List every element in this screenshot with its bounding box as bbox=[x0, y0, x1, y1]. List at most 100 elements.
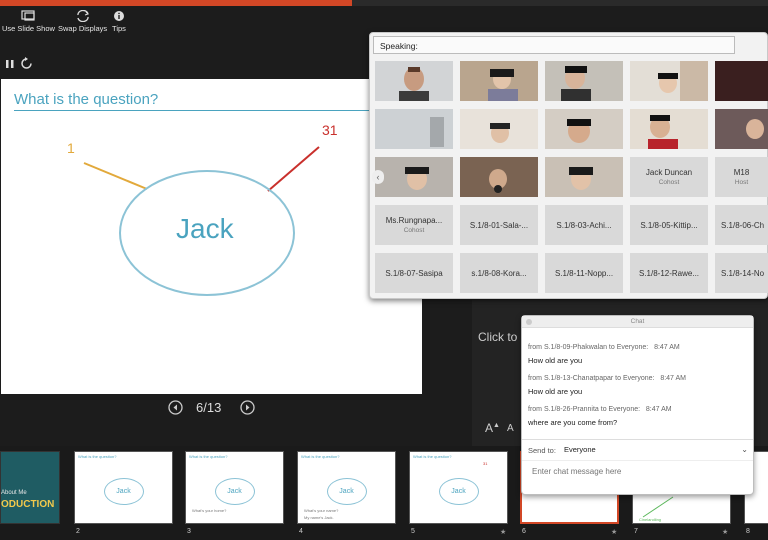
thumb-title: What is the question? bbox=[413, 454, 452, 459]
person-video bbox=[545, 61, 623, 101]
star-icon: ★ bbox=[611, 529, 618, 536]
send-to-value: Everyone bbox=[564, 445, 596, 454]
video-tile[interactable] bbox=[375, 109, 453, 149]
use-slide-show-label: Use Slide Show bbox=[2, 24, 55, 33]
font-decrease-button[interactable]: A bbox=[507, 423, 514, 434]
participant-role: Cohost bbox=[658, 179, 680, 186]
send-to-select[interactable]: Everyone ⌄ bbox=[564, 444, 750, 456]
video-tile[interactable] bbox=[460, 109, 538, 149]
notes-gutter bbox=[426, 300, 472, 446]
close-dot-icon[interactable] bbox=[526, 319, 532, 325]
participant-tile[interactable]: S.1/8-01-Sala-... bbox=[460, 205, 538, 245]
participant-role: Host bbox=[734, 179, 749, 186]
participant-name: Jack Duncan bbox=[645, 168, 693, 177]
thumbnail-1[interactable]: About Me ODUCTION bbox=[0, 451, 60, 524]
next-slide-icon[interactable] bbox=[240, 400, 255, 415]
swap-icon bbox=[76, 10, 89, 22]
video-tile[interactable] bbox=[545, 109, 623, 149]
participant-tile[interactable]: S.1/8-05-Kittip... bbox=[630, 205, 708, 245]
person-video bbox=[715, 61, 768, 101]
thumb-ellipse: Jack bbox=[103, 478, 144, 505]
font-increase-button[interactable]: A▲ bbox=[485, 421, 500, 435]
video-tile[interactable] bbox=[630, 61, 708, 101]
thumb-1-line2: ODUCTION bbox=[1, 499, 55, 510]
participant-name: s.1/8-08-Kora... bbox=[471, 268, 527, 278]
chevron-down-icon: ⌄ bbox=[741, 445, 748, 454]
thumb-note: What's your name? bbox=[304, 508, 339, 513]
participant-tile[interactable]: S.1/8-06-Ch bbox=[715, 205, 768, 245]
person-video bbox=[375, 61, 453, 101]
thumb-title: What is the question? bbox=[78, 454, 117, 459]
video-tile[interactable] bbox=[545, 61, 623, 101]
thumb-number: 3 bbox=[187, 528, 191, 535]
prev-slide-icon[interactable] bbox=[168, 400, 183, 415]
tips-button[interactable]: Tips bbox=[112, 10, 126, 33]
video-tile[interactable] bbox=[460, 61, 538, 101]
participant-name: M18 bbox=[733, 168, 750, 177]
participant-tile[interactable]: S.1/8-14-No bbox=[715, 253, 768, 293]
person-video bbox=[460, 61, 538, 101]
participant-name: S.1/8-05-Kittip... bbox=[640, 220, 698, 230]
star-icon: ★ bbox=[722, 529, 729, 536]
participant-tile[interactable]: S.1/8-07-Sasipa bbox=[375, 253, 453, 293]
chat-title: Chat bbox=[630, 318, 645, 325]
restart-icon[interactable] bbox=[20, 57, 33, 70]
swap-displays-button[interactable]: Swap Displays bbox=[58, 10, 107, 33]
thumb-number: 6 bbox=[522, 528, 526, 535]
thumb-number: 5 bbox=[411, 528, 415, 535]
room-video bbox=[375, 109, 453, 149]
participant-tile[interactable]: Ms.Rungnapa... Cohost bbox=[375, 205, 453, 245]
participant-role: Cohost bbox=[403, 227, 425, 234]
thumbnail-2[interactable]: What is the question? Jack bbox=[74, 451, 173, 524]
participant-name: S.1/8-03-Achi... bbox=[556, 220, 612, 230]
video-tile[interactable] bbox=[630, 109, 708, 149]
use-slide-show-button[interactable]: Use Slide Show bbox=[2, 10, 55, 33]
pause-icon[interactable] bbox=[4, 58, 16, 70]
font-decrease-label: A bbox=[507, 423, 514, 434]
person-video bbox=[630, 61, 708, 101]
chat-divider bbox=[522, 439, 753, 440]
participant-tile[interactable]: S.1/8-12-Rawe... bbox=[630, 253, 708, 293]
slide-show-icon bbox=[21, 10, 36, 21]
video-tile[interactable] bbox=[460, 157, 538, 197]
speaking-bar: Speaking: bbox=[373, 36, 735, 54]
video-tile[interactable] bbox=[375, 157, 453, 197]
participant-tile[interactable]: M18 Host bbox=[715, 157, 768, 197]
speaking-label: Speaking: bbox=[380, 41, 418, 51]
notes-text[interactable]: Click to bbox=[478, 330, 517, 344]
participant-name: S.1/8-11-Nopp... bbox=[554, 268, 614, 278]
participant-tile[interactable]: S.1/8-11-Nopp... bbox=[545, 253, 623, 293]
chat-message: How old are you bbox=[528, 387, 583, 396]
info-icon bbox=[114, 11, 124, 21]
gallery-prev-arrow[interactable]: ‹ bbox=[372, 170, 384, 184]
thumb-number: 4 bbox=[299, 528, 303, 535]
star-icon: ★ bbox=[500, 529, 507, 536]
thumbnail-5[interactable]: What is the question? Jack 31 bbox=[409, 451, 508, 524]
chat-message: where are you come from? bbox=[528, 418, 618, 427]
thumbnail-3[interactable]: What is the question? Jack What's your h… bbox=[185, 451, 284, 524]
thumb-number-label: 31 bbox=[483, 461, 488, 466]
person-video bbox=[375, 157, 453, 197]
person-video bbox=[630, 109, 708, 149]
video-tile[interactable] bbox=[375, 61, 453, 101]
chat-message-input[interactable] bbox=[532, 464, 747, 478]
participant-tile[interactable]: S.1/8-03-Achi... bbox=[545, 205, 623, 245]
label-right: 31 bbox=[322, 122, 338, 138]
participant-name: S.1/8-14-No bbox=[721, 268, 765, 278]
tips-label: Tips bbox=[112, 24, 126, 33]
participant-tile[interactable]: Jack Duncan Cohost bbox=[630, 157, 708, 197]
thumbnail-4[interactable]: What is the question? Jack What's your n… bbox=[297, 451, 396, 524]
thumb-1-line1: About Me bbox=[1, 490, 27, 496]
person-video bbox=[460, 157, 538, 197]
thumb-note: My name's Jack. bbox=[304, 515, 334, 520]
video-tile[interactable] bbox=[545, 157, 623, 197]
video-tile[interactable] bbox=[715, 109, 768, 149]
chat-sender: from S.1/8-13-Chanatpapar to Everyone: 8… bbox=[528, 375, 686, 382]
participant-tile[interactable]: s.1/8-08-Kora... bbox=[460, 253, 538, 293]
thumb-number: 8 bbox=[746, 528, 750, 535]
thumb-number: 2 bbox=[76, 528, 80, 535]
video-tile[interactable] bbox=[715, 61, 768, 101]
thumb-number: 7 bbox=[634, 528, 638, 535]
thumb-ellipse: Jack bbox=[214, 478, 255, 505]
center-word: Jack bbox=[176, 213, 234, 244]
